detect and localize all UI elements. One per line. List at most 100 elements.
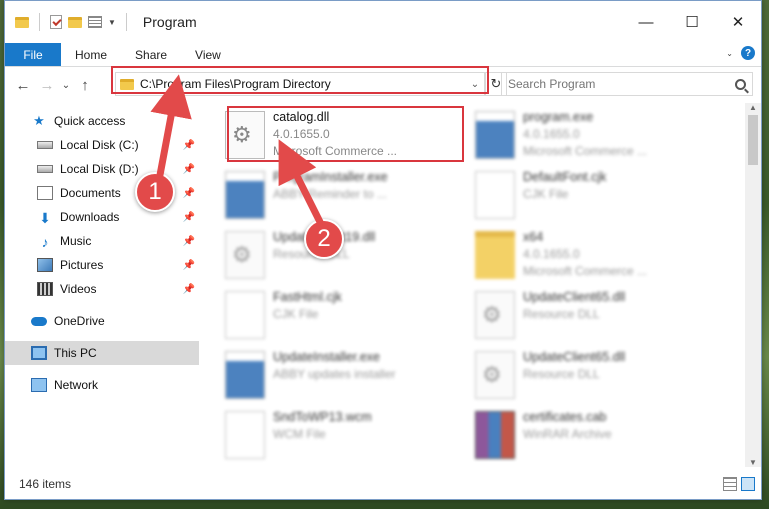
document-file-icon [225, 411, 265, 459]
pictures-icon [37, 258, 53, 272]
properties-icon[interactable] [88, 16, 102, 28]
file-detail: CJK File [523, 187, 569, 201]
back-button[interactable]: ← [11, 77, 35, 94]
quick-access-toolbar: ▼ [15, 13, 131, 31]
properties-check-icon[interactable] [50, 15, 62, 29]
sidebar-item-label: Local Disk (D:) [60, 162, 139, 176]
file-name: certificates.cab [523, 410, 607, 424]
file-highlight-box [227, 106, 464, 162]
tab-home[interactable]: Home [61, 43, 121, 66]
up-button[interactable]: ↑ [73, 77, 97, 94]
nav-gap [5, 365, 199, 373]
file-tile[interactable]: ProgramInstaller.exe ABBY Reminder to ... [219, 165, 459, 225]
file-tile[interactable]: SndToWP13.wcm WCM File [219, 405, 459, 465]
music-icon: ♪ [41, 234, 49, 250]
file-tile[interactable]: DefaultFont.cjk CJK File [469, 165, 709, 225]
file-tile[interactable]: UpdateInstaller.exe ABBY updates installe… [219, 345, 459, 405]
pin-icon[interactable]: 📌 [183, 188, 195, 199]
forward-button[interactable]: → [35, 77, 59, 94]
file-tile[interactable]: FastHtml.cjk CJK File [219, 285, 459, 345]
file-detail: WinRAR Archive [523, 427, 612, 441]
search-icon[interactable] [735, 78, 746, 90]
file-detail: Resource DLL [523, 367, 600, 381]
exe-file-icon [225, 171, 265, 219]
close-button[interactable]: ✕ [715, 1, 761, 43]
sidebar-item-onedrive[interactable]: OneDrive [5, 309, 199, 333]
pin-icon[interactable]: 📌 [183, 236, 195, 247]
navigation-pane: ★ Quick access Local Disk (C:) 📌 Local D… [5, 103, 199, 467]
expand-ribbon-icon[interactable]: ⌄ [726, 49, 733, 58]
folder-icon [15, 16, 29, 28]
file-name: UpdateClient65.dll [523, 290, 626, 304]
step-2-badge: 2 [304, 219, 344, 259]
sidebar-item-local-disk-d[interactable]: Local Disk (D:) 📌 [5, 157, 199, 181]
tiles-view-icon[interactable] [741, 477, 755, 491]
tab-view[interactable]: View [181, 43, 235, 66]
documents-icon [37, 186, 53, 200]
sidebar-item-local-disk-c[interactable]: Local Disk (C:) 📌 [5, 133, 199, 157]
drive-icon [37, 165, 53, 173]
minimize-button[interactable]: — [623, 1, 669, 43]
sidebar-item-network[interactable]: Network [5, 373, 199, 397]
pin-icon[interactable]: 📌 [183, 260, 195, 271]
pin-icon[interactable]: 📌 [183, 212, 195, 223]
sidebar-item-quick-access[interactable]: ★ Quick access [5, 109, 199, 133]
file-tile[interactable]: UpdateClient65.dll Resource DLL [469, 345, 709, 405]
address-highlight-box [111, 66, 489, 94]
scroll-up-icon[interactable]: ▲ [745, 103, 761, 112]
recent-locations-button[interactable]: ⌄ [59, 80, 73, 91]
sidebar-item-music[interactable]: ♪ Music 📌 [5, 229, 199, 253]
new-folder-icon[interactable] [68, 16, 82, 28]
scroll-thumb[interactable] [748, 115, 758, 165]
sidebar-item-videos[interactable]: Videos 📌 [5, 277, 199, 301]
nav-gap [5, 333, 199, 341]
network-icon [31, 378, 47, 392]
folder-icon [475, 231, 515, 279]
file-name: ProgramInstaller.exe [273, 170, 388, 184]
file-meta: x64 4.0.1655.0 Microsoft Commerce ... [523, 225, 647, 285]
file-tile[interactable]: UpdateClient65.dll Resource DLL [469, 285, 709, 345]
file-detail: Microsoft Commerce ... [523, 144, 648, 158]
file-meta: FastHtml.cjk CJK File [273, 285, 342, 345]
sidebar-item-pictures[interactable]: Pictures 📌 [5, 253, 199, 277]
tab-file[interactable]: File [5, 43, 61, 66]
file-meta: UpdateClient65.dll Resource DLL [523, 285, 625, 345]
title-bar: ▼ Program — ☐ ✕ [5, 1, 761, 43]
sidebar-item-label: This PC [54, 346, 97, 360]
step-1-badge: 1 [135, 172, 175, 212]
sidebar-item-this-pc[interactable]: This PC [5, 341, 199, 365]
pin-icon[interactable]: 📌 [183, 284, 195, 295]
sidebar-item-label: Downloads [60, 210, 120, 224]
qat-dropdown-icon[interactable]: ▼ [108, 18, 116, 27]
file-meta: ProgramInstaller.exe ABBY Reminder to ... [273, 165, 388, 225]
file-name: DefaultFont.cjk [523, 170, 607, 184]
help-icon[interactable]: ? [741, 46, 755, 60]
search-input[interactable] [508, 77, 735, 91]
tab-share[interactable]: Share [121, 43, 181, 66]
sidebar-item-downloads[interactable]: ⬇ Downloads 📌 [5, 205, 199, 229]
maximize-button[interactable]: ☐ [669, 1, 715, 43]
computer-icon [31, 346, 47, 360]
search-box[interactable] [501, 72, 753, 96]
details-view-icon[interactable] [723, 477, 737, 491]
file-tile[interactable]: x64 4.0.1655.0 Microsoft Commerce ... [469, 225, 709, 285]
pin-icon[interactable]: 📌 [183, 140, 195, 151]
file-tile[interactable]: program.exe 4.0.1655.0 Microsoft Commerce … [469, 105, 709, 165]
sidebar-item-label: Music [60, 234, 92, 248]
file-meta: program.exe 4.0.1655.0 Microsoft Commerce … [523, 105, 647, 165]
exe-file-icon [225, 351, 265, 399]
pin-icon[interactable]: 📌 [183, 164, 195, 175]
sidebar-item-label: Local Disk (C:) [60, 138, 139, 152]
file-name: UpdateClient65.dll [523, 350, 626, 364]
file-meta: UpdateClient65.dll Resource DLL [523, 345, 625, 405]
file-detail: CJK File [273, 307, 319, 321]
explorer-window: ▼ Program — ☐ ✕ File Home Share View ⌄ ?… [4, 0, 762, 500]
file-tile[interactable]: certificates.cab WinRAR Archive [469, 405, 709, 465]
vertical-scrollbar[interactable]: ▲ ▼ [745, 103, 761, 467]
scroll-down-icon[interactable]: ▼ [745, 458, 761, 467]
file-name: FastHtml.cjk [273, 290, 342, 304]
file-name: program.exe [523, 110, 594, 124]
document-file-icon [475, 171, 515, 219]
dll-file-icon [475, 351, 515, 399]
drive-icon [37, 141, 53, 149]
